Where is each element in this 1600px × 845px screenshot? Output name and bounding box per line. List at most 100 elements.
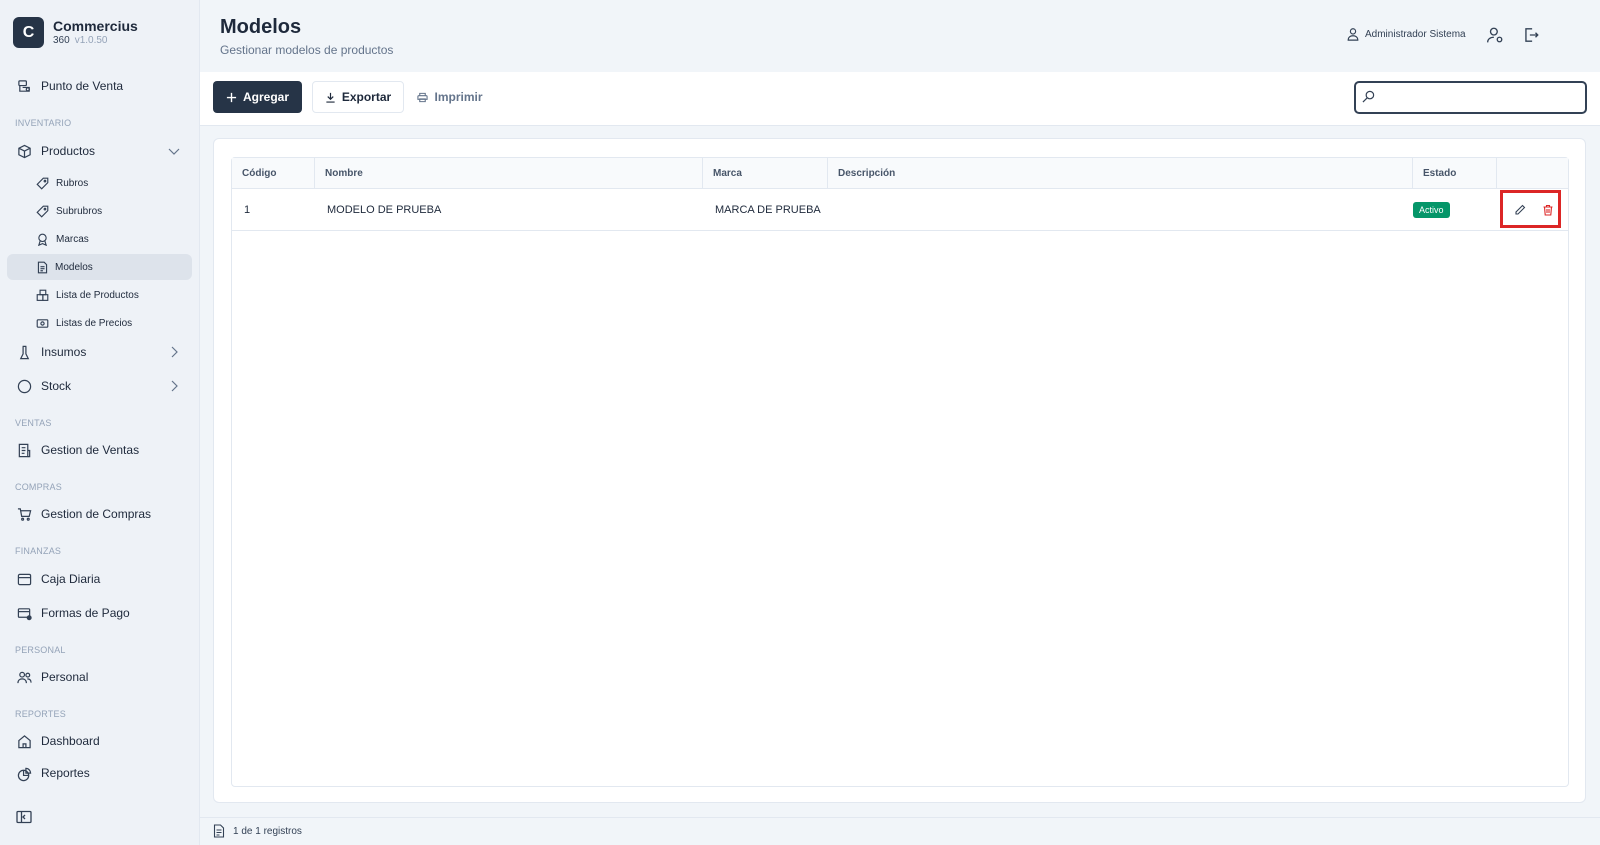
table-row[interactable]: 1 MODELO DE PRUEBA MARCA DE PRUEBA Activ…: [232, 189, 1568, 231]
banknote-icon: [35, 316, 49, 330]
delete-button[interactable]: [1541, 203, 1555, 217]
section-label-personal: PERSONAL: [15, 645, 66, 655]
column-header-descripcion[interactable]: Descripción: [828, 158, 1413, 188]
section-label-ventas: VENTAS: [15, 418, 52, 428]
users-icon: [16, 669, 32, 685]
sidebar-item-productos[interactable]: Productos: [6, 138, 192, 164]
page-header: Modelos Gestionar modelos de productos A…: [200, 0, 1600, 72]
row-actions-highlight: [1500, 190, 1561, 228]
add-button[interactable]: Agregar: [213, 81, 302, 113]
app-logo: C: [13, 17, 44, 48]
column-header-codigo[interactable]: Código: [232, 158, 315, 188]
add-button-label: Agregar: [242, 90, 289, 104]
search-icon: [1362, 90, 1375, 103]
sidebar-item-punto-de-venta[interactable]: Punto de Venta: [6, 73, 192, 99]
user-settings-icon[interactable]: [1486, 26, 1504, 44]
sidebar-item-label: Rubros: [56, 177, 89, 189]
column-header-estado[interactable]: Estado: [1413, 158, 1497, 188]
user-name: Administrador Sistema: [1365, 28, 1466, 40]
print-button[interactable]: Imprimir: [412, 81, 488, 113]
user-menu[interactable]: Administrador Sistema: [1346, 27, 1466, 41]
export-button-label: Exportar: [341, 90, 392, 104]
flask-icon: [16, 344, 32, 360]
chevron-down-icon: [168, 148, 180, 155]
app-version: v1.0.50: [74, 34, 108, 46]
section-label-inventario: INVENTARIO: [15, 118, 72, 128]
sidebar-item-label: Gestion de Compras: [41, 507, 152, 521]
cell-nombre: MODELO DE PRUEBA: [327, 204, 442, 216]
trash-icon: [1543, 204, 1553, 216]
cart-icon: [16, 506, 32, 522]
sidebar-item-label: Lista de Productos: [56, 289, 139, 301]
plus-icon: [226, 92, 237, 102]
circle-icon: [16, 378, 32, 394]
column-header-marca[interactable]: Marca: [703, 158, 828, 188]
sidebar-item-insumos[interactable]: Insumos: [6, 339, 192, 365]
sidebar-item-label: Marcas: [56, 233, 89, 245]
app-name: Commercius: [53, 17, 138, 34]
export-button[interactable]: Exportar: [312, 81, 404, 113]
sidebar-item-stock[interactable]: Stock: [6, 373, 192, 399]
table-header: Código Nombre Marca Descripción Estado: [232, 158, 1568, 189]
home-icon: [16, 733, 32, 749]
search-input[interactable]: [1380, 86, 1580, 110]
sidebar-item-label: Formas de Pago: [41, 606, 130, 620]
section-label-compras: COMPRAS: [15, 482, 62, 492]
sidebar-item-label: Stock: [41, 379, 72, 393]
award-icon: [35, 232, 49, 246]
edit-button[interactable]: [1513, 203, 1527, 217]
table-footer: 1 de 1 registros: [200, 817, 1600, 845]
print-button-label: Imprimir: [434, 90, 483, 104]
content-card: Código Nombre Marca Descripción Estado 1…: [213, 138, 1586, 803]
sidebar-item-personal[interactable]: Personal: [6, 664, 192, 690]
boxes-icon: [35, 288, 49, 302]
section-label-finanzas: FINANZAS: [15, 546, 62, 556]
app-edition: 360: [53, 34, 70, 46]
page-subtitle: Gestionar modelos de productos: [220, 43, 394, 57]
sidebar-item-formas-de-pago[interactable]: Formas de Pago: [6, 600, 192, 626]
box-icon: [16, 143, 32, 159]
sidebar-item-gestion-de-compras[interactable]: Gestion de Compras: [6, 501, 192, 527]
wallet-icon: [16, 571, 32, 587]
sidebar-item-marcas[interactable]: Marcas: [28, 226, 192, 252]
pencil-icon: [1515, 204, 1526, 215]
chart-icon: [16, 766, 32, 782]
sidebar-item-gestion-de-ventas[interactable]: Gestion de Ventas: [6, 437, 192, 463]
sidebar-item-modelos[interactable]: Modelos: [7, 254, 192, 280]
sidebar-collapse-icon[interactable]: [16, 810, 32, 824]
sidebar-item-label: Dashboard: [41, 734, 100, 748]
page-title: Modelos: [220, 16, 302, 38]
sidebar-item-reportes[interactable]: Reportes: [6, 762, 192, 782]
card-icon: [16, 605, 32, 621]
tag-icon: [35, 176, 49, 190]
search-box[interactable]: [1354, 81, 1587, 114]
logout-icon[interactable]: [1522, 26, 1540, 44]
sidebar-item-label: Subrubros: [56, 205, 103, 217]
sidebar-item-caja-diaria[interactable]: Caja Diaria: [6, 566, 192, 592]
sidebar-item-label: Listas de Precios: [56, 317, 133, 329]
document-icon: [35, 260, 49, 274]
sidebar-item-rubros[interactable]: Rubros: [28, 170, 192, 196]
brand[interactable]: C Commercius 360 v1.0.50: [13, 17, 138, 48]
printer-icon: [417, 92, 429, 102]
sidebar-item-label: Caja Diaria: [41, 572, 101, 586]
models-table: Código Nombre Marca Descripción Estado 1…: [231, 157, 1569, 787]
sidebar-item-label: Productos: [41, 144, 96, 158]
sidebar: C Commercius 360 v1.0.50 Punto de Venta I…: [0, 0, 200, 845]
sidebar-item-listas-de-precios[interactable]: Listas de Precios: [28, 310, 192, 336]
chevron-right-icon: [171, 346, 178, 358]
sidebar-item-label: Insumos: [41, 345, 87, 359]
column-header-acciones: [1497, 158, 1568, 188]
sidebar-item-label: Personal: [41, 670, 89, 684]
sidebar-item-lista-de-productos[interactable]: Lista de Productos: [28, 282, 192, 308]
cell-codigo: 1: [244, 204, 251, 216]
document-icon: [213, 824, 225, 838]
status-badge: Activo: [1413, 202, 1450, 218]
column-header-nombre[interactable]: Nombre: [315, 158, 703, 188]
sidebar-item-label: Gestion de Ventas: [41, 443, 140, 457]
sidebar-item-dashboard[interactable]: Dashboard: [6, 728, 192, 754]
user-icon: [1347, 28, 1359, 41]
record-count: 1 de 1 registros: [233, 826, 302, 837]
cell-marca: MARCA DE PRUEBA: [715, 204, 821, 216]
sidebar-item-subrubros[interactable]: Subrubros: [28, 198, 192, 224]
